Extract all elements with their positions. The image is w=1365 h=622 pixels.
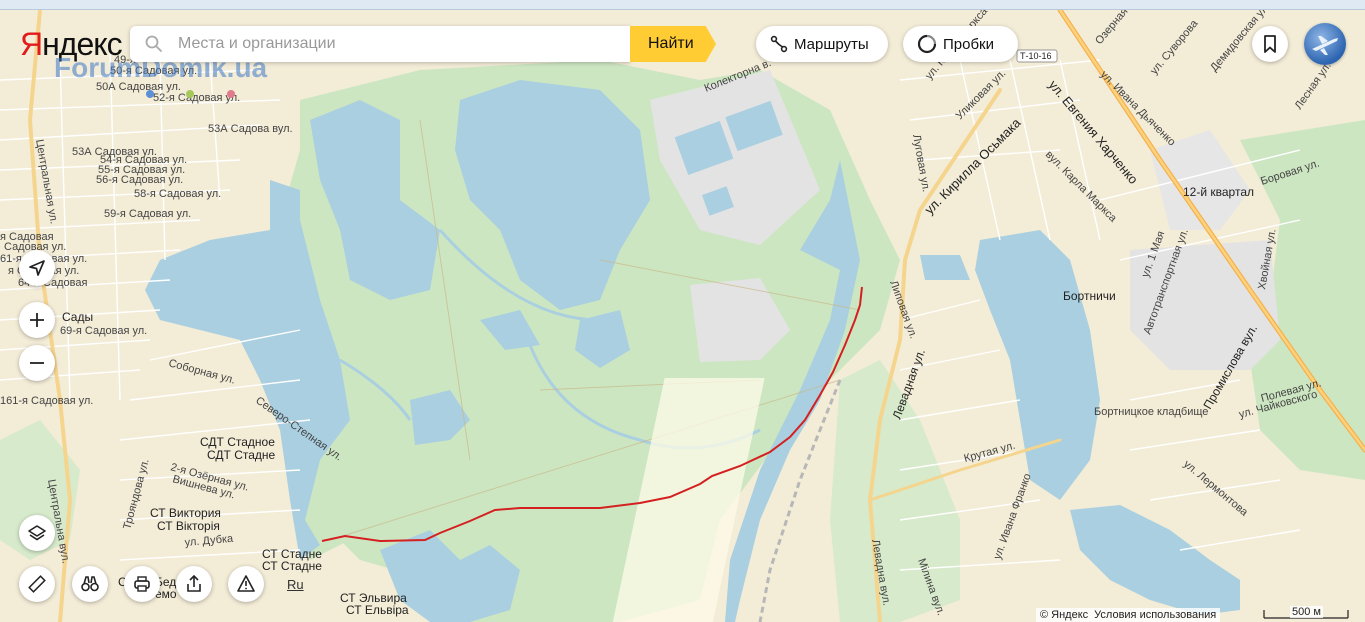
language-link[interactable]: Ru <box>287 577 304 592</box>
label: СТ Вікторія <box>157 519 220 533</box>
routes-label: Маршруты <box>794 35 869 53</box>
find-button[interactable]: Найти <box>630 26 716 62</box>
print-button[interactable] <box>124 566 160 602</box>
label: Бортницкое кладбище <box>1094 406 1208 418</box>
copyright-bar: © Яндекс Условия использования <box>1036 608 1221 622</box>
traffic-button[interactable]: Пробки <box>903 26 1018 62</box>
label: СТ Стадне <box>262 559 322 573</box>
layers-icon <box>28 525 46 541</box>
zoom-in-button[interactable] <box>19 302 55 338</box>
ruler-icon <box>28 575 46 593</box>
poi-marker[interactable] <box>146 90 154 98</box>
logo-first-letter: Я <box>20 26 43 62</box>
label: 56-я Садовая ул. <box>96 174 183 186</box>
traffic-icon <box>917 34 937 54</box>
svg-text:Т-10-16: Т-10-16 <box>1020 51 1052 61</box>
browser-top-strip <box>0 0 1365 10</box>
ruler-button[interactable] <box>19 566 55 602</box>
label: 58-я Садовая ул. <box>134 188 221 200</box>
share-button[interactable] <box>176 566 212 602</box>
label: 69-я Садовая ул. <box>60 325 147 337</box>
airplane-icon <box>1312 36 1338 55</box>
highway-shield: Т-10-16 <box>1016 49 1058 63</box>
zoom-out-button[interactable] <box>19 345 55 381</box>
label: Бортничи <box>1063 289 1116 303</box>
search-icon <box>145 35 162 52</box>
routes-button[interactable]: Маршруты <box>756 26 888 62</box>
search-box[interactable] <box>130 26 630 62</box>
locate-button[interactable] <box>19 250 55 286</box>
label: 12-й квартал <box>1183 185 1254 199</box>
scale-bar: 500 м <box>1262 606 1354 622</box>
plus-icon <box>30 313 44 327</box>
label: 53А Садова вул. <box>208 123 293 135</box>
label: 59-я Садовая ул. <box>104 208 191 220</box>
label: СДТ Стадне <box>207 448 276 462</box>
terms-link[interactable]: Условия использования <box>1094 608 1216 622</box>
poi-marker[interactable] <box>186 90 194 98</box>
print-icon <box>134 576 150 592</box>
locate-icon <box>29 260 45 276</box>
map-canvas[interactable]: 49-я 50-я Садовая ул. 50А Садовая ул. 52… <box>0 0 1365 622</box>
label: 161-я Садовая ул. <box>0 395 93 407</box>
scale-label: 500 м <box>1290 606 1323 618</box>
search-input[interactable] <box>176 34 600 54</box>
label: СДТ Стадное <box>200 435 275 449</box>
copyright-text: © Яндекс <box>1040 609 1089 621</box>
bookmark-button[interactable] <box>1252 26 1288 62</box>
poi-marker[interactable] <box>227 90 235 98</box>
bookmark-icon <box>1264 35 1276 53</box>
user-avatar[interactable] <box>1304 23 1346 65</box>
layers-button[interactable] <box>19 515 55 551</box>
warning-icon <box>237 575 255 592</box>
routes-icon <box>770 35 788 53</box>
label: Сады <box>62 310 93 324</box>
binoculars-icon <box>81 576 99 592</box>
label: СТ Ельвіра <box>346 603 409 617</box>
traffic-label: Пробки <box>943 35 994 53</box>
minus-icon <box>30 362 44 364</box>
label: СТ Виктория <box>150 506 221 520</box>
share-icon <box>187 574 201 592</box>
panorama-button[interactable] <box>72 566 108 602</box>
report-button[interactable] <box>228 566 264 602</box>
